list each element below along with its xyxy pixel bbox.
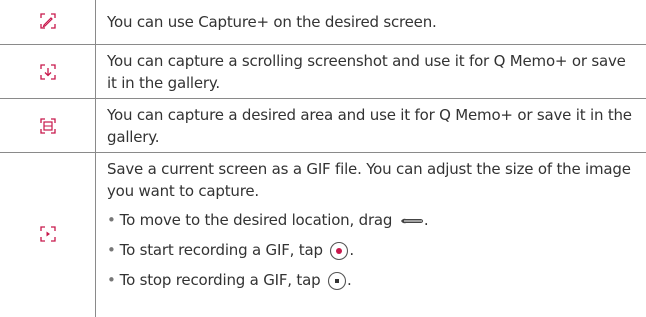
pen-icon (40, 13, 56, 29)
scroll-capture-icon (40, 64, 56, 80)
bullet-suffix: . (347, 271, 352, 289)
row-text: You can use Capture+ on the desired scre… (107, 13, 437, 31)
bullet-marker: • (107, 241, 116, 259)
icon-cell (0, 45, 95, 99)
area-capture-icon (40, 118, 56, 134)
record-icon (330, 241, 349, 260)
row-text: You can capture a scrolling screenshot a… (107, 52, 626, 92)
icon-cell (0, 0, 95, 44)
gif-capture-icon (40, 226, 56, 242)
table-row: You can capture a scrolling screenshot a… (0, 44, 646, 99)
row-text: You can capture a desired area and use i… (107, 106, 632, 146)
bullet-suffix: . (423, 211, 429, 229)
table-row: Save a current screen as a GIF file. You… (0, 152, 646, 317)
icon-cell (0, 99, 95, 153)
table-row: You can capture a desired area and use i… (0, 98, 646, 153)
bullet-text: To stop recording a GIF, tap (119, 271, 321, 289)
bullet-item: • To move to the desired location, drag . (107, 209, 429, 231)
bullet-marker: • (107, 271, 116, 289)
bullet-text: To start recording a GIF, tap (119, 241, 323, 259)
stop-icon (327, 271, 347, 290)
bullet-item: • To start recording a GIF, tap . (107, 239, 354, 261)
bullet-marker: • (107, 211, 116, 229)
bullet-text: To move to the desired location, drag (119, 211, 393, 229)
drag-handle-icon (400, 218, 423, 223)
bullet-item: • To stop recording a GIF, tap . (107, 269, 352, 291)
row-text: Save a current screen as a GIF file. You… (107, 160, 631, 200)
icon-cell (0, 153, 95, 317)
bullet-suffix: . (349, 241, 354, 259)
table-row: You can use Capture+ on the desired scre… (0, 0, 646, 44)
